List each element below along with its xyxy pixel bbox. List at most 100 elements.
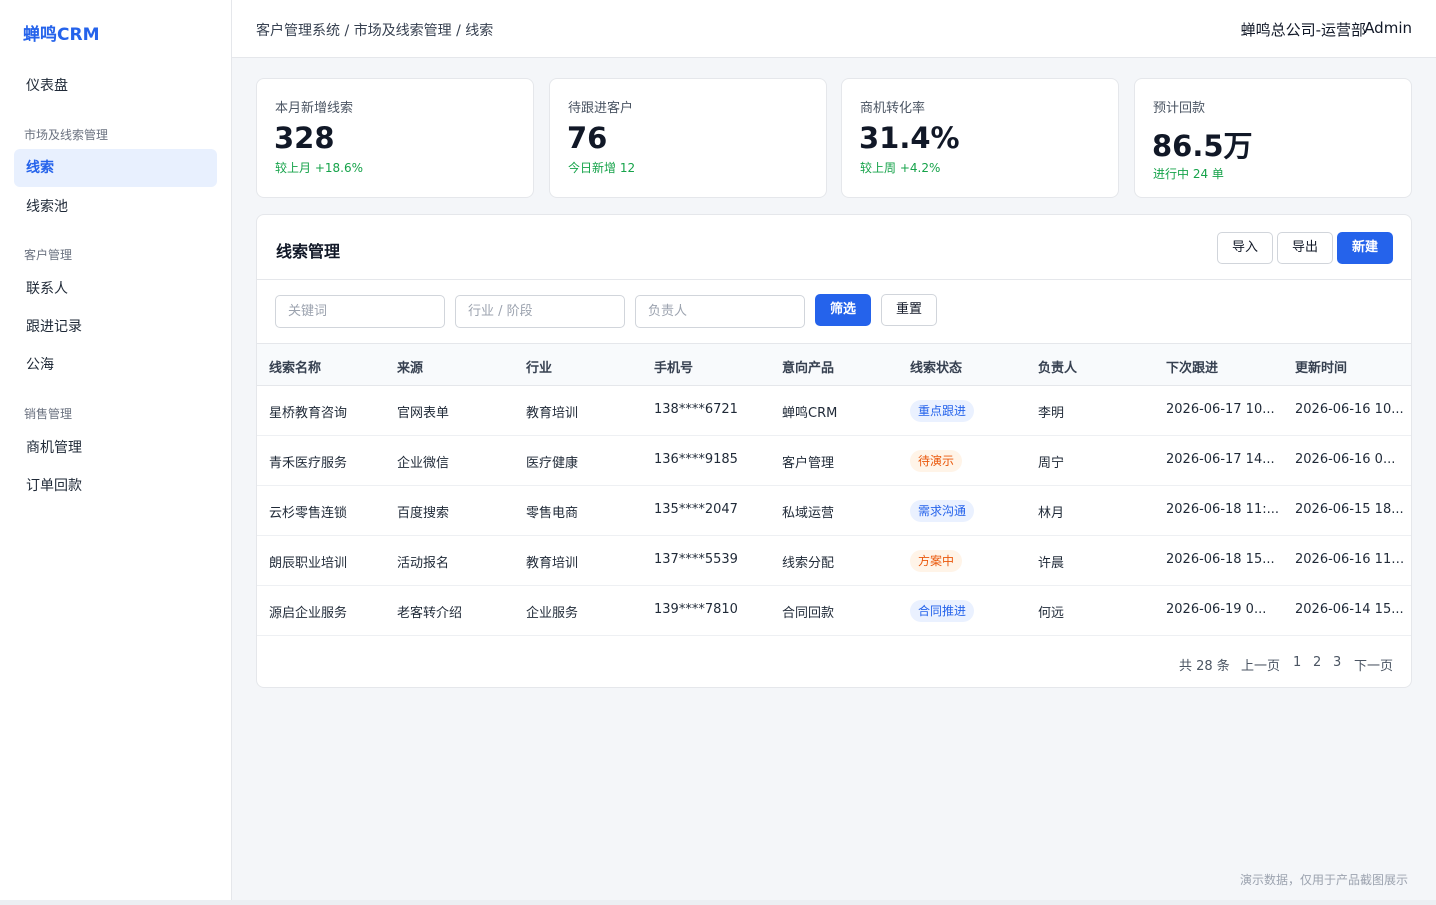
status-badge: 方案中 xyxy=(910,550,963,572)
column-header-updated[interactable]: 更新时间 xyxy=(1295,357,1347,376)
sidebar-item-opportunities[interactable]: 商机管理 xyxy=(14,429,217,467)
phone-cell: 137****5539 xyxy=(654,552,738,567)
status-badge: 合同推进 xyxy=(910,600,975,622)
column-header-owner[interactable]: 负责人 xyxy=(1038,357,1077,376)
updated-cell: 2026-06-16 11:... xyxy=(1295,552,1405,567)
industry-stage-input[interactable] xyxy=(455,295,625,328)
column-header-name[interactable]: 线索名称 xyxy=(269,357,321,376)
product-cell: 线索分配 xyxy=(782,556,835,571)
lead-name-cell[interactable]: 云杉零售连锁 xyxy=(269,502,389,521)
column-header-phone[interactable]: 手机号 xyxy=(654,357,693,376)
lead-management-panel: 线索管理 导入 导出 新建 筛选 重置 线索名称 来源 行业 手机号 意向产品 … xyxy=(256,214,1412,688)
stat-trend: 进行中 24 单 xyxy=(1153,167,1224,181)
stat-label: 待跟进客户 xyxy=(568,101,634,116)
sidebar-item-public-sea[interactable]: 公海 xyxy=(14,346,217,384)
phone-cell: 136****9185 xyxy=(654,452,738,467)
column-header-status[interactable]: 线索状态 xyxy=(910,357,962,376)
next-followup-cell: 2026-06-17 14... xyxy=(1166,452,1275,467)
sidebar-item-lead-pool[interactable]: 线索池 xyxy=(14,188,217,226)
footer-note: 演示数据，仅用于产品截图展示 xyxy=(1239,873,1408,887)
pagination-page-1[interactable]: 1 xyxy=(1293,655,1301,670)
lead-name-cell[interactable]: 朗辰职业培训 xyxy=(269,552,389,571)
sidebar-item-orders[interactable]: 订单回款 xyxy=(14,467,217,505)
owner-cell: 何远 xyxy=(1038,606,1065,621)
stat-card-pending-customers: 待跟进客户 76 今日新增 12 xyxy=(549,78,827,198)
updated-cell: 2026-06-16 0... xyxy=(1295,452,1396,467)
column-header-source[interactable]: 来源 xyxy=(397,357,423,376)
import-button[interactable]: 导入 xyxy=(1217,232,1273,264)
source-cell: 企业微信 xyxy=(397,456,450,471)
next-followup-cell: 2026-06-18 15... xyxy=(1166,552,1275,567)
owner-cell: 周宁 xyxy=(1038,456,1065,471)
table-header: 线索名称 来源 行业 手机号 意向产品 线索状态 负责人 下次跟进 更新时间 xyxy=(257,343,1411,386)
table-row[interactable]: 朗辰职业培训 活动报名 教育培训 137****5539 线索分配 方案中 许晨… xyxy=(257,536,1411,586)
column-header-next-followup[interactable]: 下次跟进 xyxy=(1166,357,1218,376)
column-header-product[interactable]: 意向产品 xyxy=(782,357,834,376)
table-row[interactable]: 云杉零售连锁 百度搜索 零售电商 135****2047 私域运营 需求沟通 林… xyxy=(257,486,1411,536)
stat-label: 本月新增线索 xyxy=(275,101,354,116)
lead-name-cell[interactable]: 源启企业服务 xyxy=(269,602,389,621)
source-cell: 百度搜索 xyxy=(397,506,450,521)
status-badge: 需求沟通 xyxy=(910,500,975,522)
column-header-industry[interactable]: 行业 xyxy=(526,357,552,376)
updated-cell: 2026-06-14 15... xyxy=(1295,602,1404,617)
next-followup-cell: 2026-06-18 11:... xyxy=(1166,502,1280,517)
pagination-next[interactable]: 下一页 xyxy=(1354,655,1393,674)
stat-card-conversion-rate: 商机转化率 31.4% 较上周 +4.2% xyxy=(841,78,1119,198)
org-switcher[interactable]: 蝉鸣总公司-运营部 xyxy=(1241,19,1366,40)
brand-logo[interactable]: 蝉鸣CRM xyxy=(23,20,99,45)
filter-button[interactable]: 筛选 xyxy=(815,294,871,326)
product-cell: 客户管理 xyxy=(782,456,835,471)
stat-value: 86.5万 xyxy=(1152,129,1253,163)
pagination-page-2[interactable]: 2 xyxy=(1313,655,1321,670)
next-followup-cell: 2026-06-17 10... xyxy=(1166,402,1275,417)
updated-cell: 2026-06-15 18... xyxy=(1295,502,1404,517)
table-row[interactable]: 源启企业服务 老客转介绍 企业服务 139****7810 合同回款 合同推进 … xyxy=(257,586,1411,636)
reset-button[interactable]: 重置 xyxy=(881,294,937,326)
lead-name-cell[interactable]: 星桥教育咨询 xyxy=(269,402,389,421)
export-button[interactable]: 导出 xyxy=(1277,232,1333,264)
new-lead-button[interactable]: 新建 xyxy=(1337,232,1393,264)
stat-value: 31.4% xyxy=(859,121,960,155)
bottom-strip xyxy=(0,900,1436,905)
lead-name-cell[interactable]: 青禾医疗服务 xyxy=(269,452,389,471)
owner-cell: 李明 xyxy=(1038,406,1065,421)
nav-group-sales: 销售管理 xyxy=(24,407,73,421)
stat-trend: 较上月 +18.6% xyxy=(275,161,363,175)
industry-cell: 零售电商 xyxy=(526,506,579,521)
industry-cell: 教育培训 xyxy=(526,556,579,571)
next-followup-cell: 2026-06-19 0... xyxy=(1166,602,1267,617)
updated-cell: 2026-06-16 10... xyxy=(1295,402,1404,417)
owner-input[interactable] xyxy=(635,295,805,328)
table-row[interactable]: 星桥教育咨询 官网表单 教育培训 138****6721 蝉鸣CRM 重点跟进 … xyxy=(257,386,1411,436)
stat-label: 商机转化率 xyxy=(860,101,926,116)
phone-cell: 138****6721 xyxy=(654,402,738,417)
pagination-page-3[interactable]: 3 xyxy=(1333,655,1341,670)
status-badge: 待演示 xyxy=(910,450,963,472)
owner-cell: 许晨 xyxy=(1038,556,1065,571)
source-cell: 活动报名 xyxy=(397,556,450,571)
keyword-input[interactable] xyxy=(275,295,445,328)
product-cell: 合同回款 xyxy=(782,606,835,621)
status-badge: 重点跟进 xyxy=(910,400,975,422)
panel-divider xyxy=(257,279,1411,280)
product-cell: 私域运营 xyxy=(782,506,835,521)
sidebar-item-dashboard[interactable]: 仪表盘 xyxy=(14,67,217,105)
top-bar: 客户管理系统 / 市场及线索管理 / 线索 蝉鸣总公司-运营部 Admin xyxy=(232,0,1436,58)
pagination-prev[interactable]: 上一页 xyxy=(1241,655,1280,674)
table-row[interactable]: 青禾医疗服务 企业微信 医疗健康 136****9185 客户管理 待演示 周宁… xyxy=(257,436,1411,486)
pagination-total: 共 28 条 xyxy=(1179,659,1230,674)
panel-title: 线索管理 xyxy=(276,242,341,261)
stat-trend: 今日新增 12 xyxy=(568,161,636,175)
sidebar-item-followups[interactable]: 跟进记录 xyxy=(14,308,217,346)
user-menu[interactable]: Admin xyxy=(1364,19,1412,37)
source-cell: 老客转介绍 xyxy=(397,606,463,621)
nav-group-customer: 客户管理 xyxy=(24,248,73,262)
sidebar-item-leads[interactable]: 线索 xyxy=(14,149,217,187)
nav-group-market: 市场及线索管理 xyxy=(24,128,109,142)
industry-cell: 企业服务 xyxy=(526,606,579,621)
stat-label: 预计回款 xyxy=(1153,101,1206,116)
product-cell: 蝉鸣CRM xyxy=(782,406,838,421)
sidebar-item-contacts[interactable]: 联系人 xyxy=(14,270,217,308)
stat-card-new-leads: 本月新增线索 328 较上月 +18.6% xyxy=(256,78,534,198)
